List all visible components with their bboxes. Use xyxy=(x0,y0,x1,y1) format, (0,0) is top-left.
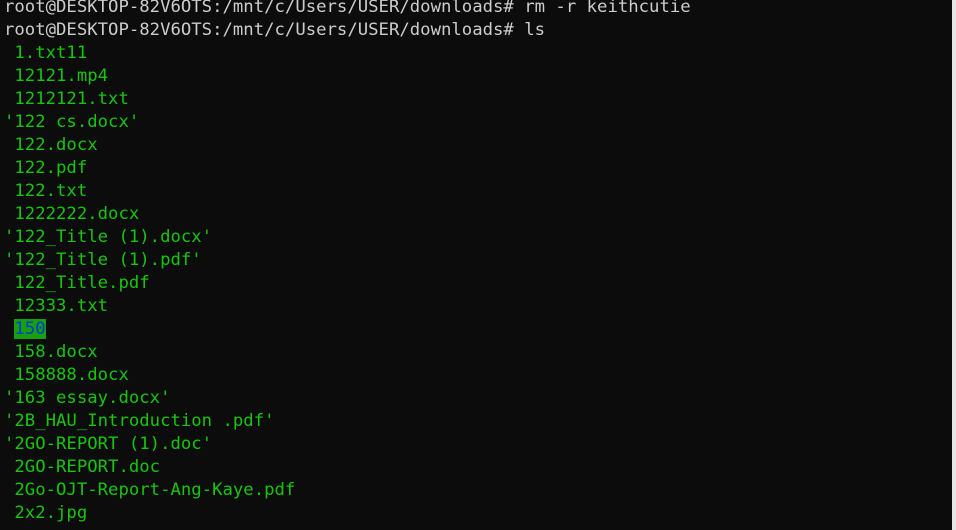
entry-name: 122_Title.pdf xyxy=(14,273,150,293)
entry-name: 12333.txt xyxy=(14,296,109,316)
entry-name: 1222222.docx xyxy=(14,204,140,224)
file-entry: '122_Title (1).pdf' xyxy=(0,249,691,272)
file-entry: 12121.mp4 xyxy=(0,65,691,88)
entry-name: 1212121.txt xyxy=(14,89,129,109)
entry-name: 2x2.jpg xyxy=(14,503,88,523)
entry-indent xyxy=(4,43,14,63)
file-entry: 158.docx xyxy=(0,341,691,364)
ls-output-list: 1.txt11 12121.mp4 1212121.txt '122 cs.doc… xyxy=(0,42,691,525)
entry-name: '2B_HAU_Introduction .pdf' xyxy=(4,411,275,431)
entry-name: '163 essay.docx' xyxy=(4,388,171,408)
entry-indent xyxy=(4,296,14,316)
file-entry: 1212121.txt xyxy=(0,88,691,111)
terminal-window[interactable]: root@DESKTOP-82V6OTS:/mnt/c/Users/USER/d… xyxy=(0,0,952,530)
file-entry: 2Go-OJT-Report-Ang-Kaye.pdf xyxy=(0,479,691,502)
entry-indent xyxy=(4,158,14,178)
file-entry: 1.txt11 xyxy=(0,42,691,65)
entry-indent xyxy=(4,204,14,224)
entry-name: '122 cs.docx' xyxy=(4,112,140,132)
entry-name: 122.pdf xyxy=(14,158,88,178)
command-line-rm: root@DESKTOP-82V6OTS:/mnt/c/Users/USER/d… xyxy=(4,0,691,17)
file-entry: '2B_HAU_Introduction .pdf' xyxy=(0,410,691,433)
entry-name: 122.docx xyxy=(14,135,98,155)
directory-entry: 150 xyxy=(0,318,691,341)
entry-indent xyxy=(4,89,14,109)
entry-name: 1.txt11 xyxy=(14,43,88,63)
entry-name: 2GO-REPORT.doc xyxy=(14,457,161,477)
file-entry: '122_Title (1).docx' xyxy=(0,226,691,249)
file-entry: 158888.docx xyxy=(0,364,691,387)
entry-name: 122.txt xyxy=(14,181,88,201)
file-entry: 12333.txt xyxy=(0,295,691,318)
entry-indent xyxy=(4,181,14,201)
entry-indent xyxy=(4,273,14,293)
entry-name: 2Go-OJT-Report-Ang-Kaye.pdf xyxy=(14,480,296,500)
command-line-ls: root@DESKTOP-82V6OTS:/mnt/c/Users/USER/d… xyxy=(4,20,546,40)
entry-name: '122_Title (1).docx' xyxy=(4,227,213,247)
file-entry: 122_Title.pdf xyxy=(0,272,691,295)
entry-indent xyxy=(4,365,14,385)
entry-name: '2GO-REPORT (1).doc' xyxy=(4,434,213,454)
scrollbar[interactable] xyxy=(952,0,956,530)
terminal-output: root@DESKTOP-82V6OTS:/mnt/c/Users/USER/d… xyxy=(0,0,691,525)
file-entry: 122.pdf xyxy=(0,157,691,180)
file-entry: '2GO-REPORT (1).doc' xyxy=(0,433,691,456)
entry-indent xyxy=(4,319,14,339)
file-entry: '163 essay.docx' xyxy=(0,387,691,410)
file-entry: 2x2.jpg xyxy=(0,502,691,525)
entry-name: 158888.docx xyxy=(14,365,129,385)
entry-indent xyxy=(4,342,14,362)
entry-name: 12121.mp4 xyxy=(14,66,109,86)
file-entry: '122 cs.docx' xyxy=(0,111,691,134)
entry-indent xyxy=(4,457,14,477)
entry-indent xyxy=(4,503,14,523)
entry-name: 150 xyxy=(14,319,46,339)
entry-indent xyxy=(4,135,14,155)
entry-name: '122_Title (1).pdf' xyxy=(4,250,202,270)
entry-indent xyxy=(4,480,14,500)
entry-name: 158.docx xyxy=(14,342,98,362)
entry-indent xyxy=(4,66,14,86)
file-entry: 122.docx xyxy=(0,134,691,157)
file-entry: 1222222.docx xyxy=(0,203,691,226)
file-entry: 2GO-REPORT.doc xyxy=(0,456,691,479)
file-entry: 122.txt xyxy=(0,180,691,203)
